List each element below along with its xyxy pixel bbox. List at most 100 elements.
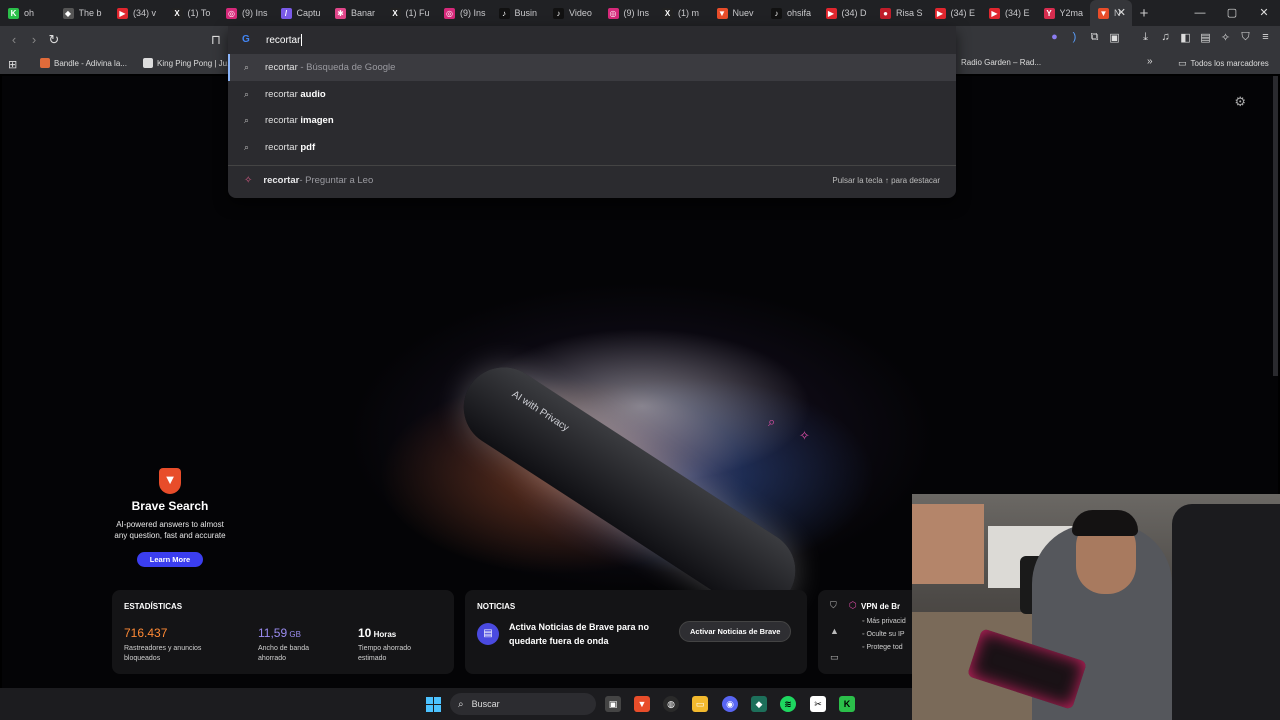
ask-leo-suggestion[interactable]: ✧ recortar - Preguntar a Leo Pulsar la t… <box>228 164 956 195</box>
stat-value: 11,59 <box>258 626 288 640</box>
tab[interactable]: ♪ ohsifa <box>763 0 818 26</box>
vpn-title: VPN de Br <box>861 602 901 611</box>
tabs-container: Koh ◆ The b ▶ (34) v X (1) To ◎ (9) Ins / Captu ✱ Ba… <box>0 0 1090 26</box>
address-input[interactable]: recortar <box>266 35 300 46</box>
bookmark-icon[interactable]: ⊓ <box>207 31 225 49</box>
app-icon[interactable]: ◆ <box>751 696 767 712</box>
new-tab-button[interactable]: + <box>1132 5 1156 22</box>
menu-icon[interactable]: ≡ <box>1259 31 1272 44</box>
search-icon: ⌕ <box>244 115 250 126</box>
bookmarks-overflow-icon[interactable]: » <box>1147 56 1153 67</box>
tab[interactable]: ◎ (9) Ins <box>218 0 273 26</box>
bookmark-item-bandle[interactable]: Bandle - Adivina la... <box>40 58 127 68</box>
maximize-button[interactable]: ▢ <box>1216 0 1248 26</box>
extensions-icon[interactable]: ⧉ <box>1088 31 1101 44</box>
tab[interactable]: ● Risa S <box>872 0 927 26</box>
bookmark-label: Radio Garden – Rad... <box>961 58 1042 67</box>
close-tab-icon[interactable]: ✕ <box>1117 6 1126 19</box>
tab-search-icon[interactable]: ▣ <box>1108 31 1121 44</box>
back-icon[interactable]: ‹ <box>5 31 23 49</box>
wallet-icon[interactable]: ) <box>1068 31 1081 44</box>
omnibox-suggestion[interactable]: ⌕ recortar imagen <box>228 107 956 134</box>
tab[interactable]: ▶ (34) D <box>818 0 873 26</box>
tab-favicon-icon: X <box>389 7 401 19</box>
tab[interactable]: ✱ Banar <box>327 0 382 26</box>
apps-icon[interactable]: ⊞ <box>8 58 17 71</box>
capcut-icon[interactable]: ✂ <box>810 696 826 712</box>
tab[interactable]: X (1) Fu <box>382 0 437 26</box>
tab[interactable]: Koh <box>0 0 55 26</box>
omnibox-suggestion[interactable]: ⌕ recortar pdf <box>228 134 956 161</box>
tab-title: (9) Ins <box>623 8 650 18</box>
media-icon[interactable]: ♫ <box>1159 31 1172 44</box>
bookmark-item-radiogarden[interactable]: Radio Garden – Rad... <box>961 58 1041 67</box>
leo-icon[interactable]: ● <box>1048 31 1061 44</box>
omnibox-suggestion[interactable]: ⌕ recortar audio <box>228 81 956 108</box>
brave-taskbar-icon[interactable]: ▼ <box>634 696 650 712</box>
scrollbar[interactable] <box>1273 76 1278 376</box>
window-controls: — ▢ ✕ <box>1184 0 1280 26</box>
tab-title: Video <box>569 8 592 18</box>
tab-favicon-icon: ♪ <box>553 7 564 19</box>
forward-icon[interactable]: › <box>25 31 43 49</box>
windows-start-icon[interactable] <box>426 697 441 712</box>
vpn-camera-icon[interactable]: ▭ <box>830 652 839 663</box>
sidebar-icon[interactable]: ◧ <box>1179 31 1192 44</box>
reload-icon[interactable]: ↻ <box>45 31 63 49</box>
tab-title: (1) Fu <box>405 8 430 18</box>
wallet-card-icon[interactable]: ▤ <box>1199 31 1212 44</box>
tab[interactable]: ▶ (34) v <box>109 0 164 26</box>
spotify-icon[interactable]: ≋ <box>780 696 796 712</box>
close-window-button[interactable]: ✕ <box>1248 0 1280 26</box>
tab[interactable]: ◎ (9) Ins <box>436 0 491 26</box>
tab-active[interactable]: ▼ N ✕ <box>1090 0 1132 26</box>
tab[interactable]: ▼ Nuev <box>709 0 764 26</box>
suggestion-completion: audio <box>300 88 326 100</box>
learn-more-button[interactable]: Learn More <box>136 552 204 567</box>
suggestion-query: recortar <box>265 115 301 127</box>
search-icon: ⌕ <box>244 61 250 72</box>
download-icon[interactable]: ⤓ <box>1139 31 1152 44</box>
address-bar[interactable]: G recortar <box>228 26 956 54</box>
shield-icon[interactable]: ⛉ <box>1239 31 1252 44</box>
tab[interactable]: Y Y2ma <box>1036 0 1091 26</box>
activate-news-button[interactable]: Activar Noticias de Brave <box>679 621 792 642</box>
tab[interactable]: X (1) To <box>164 0 219 26</box>
tab[interactable]: ◆ The b <box>55 0 110 26</box>
tab[interactable]: ◎ (9) Ins <box>600 0 655 26</box>
tab[interactable]: ♪ Busin <box>491 0 546 26</box>
tab-favicon-icon: K <box>8 7 19 19</box>
tab-favicon-icon: ◎ <box>607 7 619 19</box>
discord-icon[interactable]: ◉ <box>722 696 738 712</box>
omnibox-suggestion[interactable]: ⌕ recortar - Búsqueda de Google <box>228 54 956 81</box>
chrome-taskbar-icon[interactable]: ◍ <box>663 696 679 712</box>
bookmark-label: King Ping Pong | Ju... <box>157 58 234 68</box>
all-bookmarks-button[interactable]: ▭ Todos los marcadores <box>1178 58 1269 69</box>
person-hair <box>1072 510 1138 536</box>
tab[interactable]: / Captu <box>273 0 328 26</box>
file-explorer-icon[interactable]: ▭ <box>692 696 708 712</box>
tab-favicon-icon: ✱ <box>335 7 346 19</box>
tab-favicon-icon: / <box>280 7 292 19</box>
stat-unit: Horas <box>371 630 397 639</box>
tab-favicon-icon: X <box>171 7 183 19</box>
tab-title: Nuev <box>732 8 754 18</box>
tab-title: (34) E <box>1005 8 1030 18</box>
folder-icon: ▭ <box>1178 58 1187 68</box>
taskbar-search[interactable]: ⌕ Buscar <box>450 693 596 715</box>
vpn-line: ◦ Más privacid <box>862 618 906 625</box>
tab[interactable]: X (1) m <box>654 0 709 26</box>
vpn-warning-icon[interactable]: ▲ <box>830 626 839 636</box>
tab-favicon-icon: ▶ <box>989 7 1000 19</box>
tab[interactable]: ▶ (34) E <box>927 0 982 26</box>
tab[interactable]: ▶ (34) E <box>981 0 1036 26</box>
bookmark-item-kingpingpong[interactable]: King Ping Pong | Ju... <box>143 58 234 68</box>
task-view-icon[interactable]: ▣ <box>605 696 621 712</box>
minimize-button[interactable]: — <box>1184 0 1216 26</box>
leo-ai-icon[interactable]: ✧ <box>1219 31 1232 44</box>
kick-icon[interactable]: K <box>839 696 855 712</box>
settings-gear-icon[interactable]: ⚙ <box>1234 94 1246 110</box>
vpn-shield-icon[interactable]: ⛉ <box>830 600 837 611</box>
tab[interactable]: ♪ Video <box>545 0 600 26</box>
vpn-line-text: Oculte su IP <box>866 631 905 638</box>
